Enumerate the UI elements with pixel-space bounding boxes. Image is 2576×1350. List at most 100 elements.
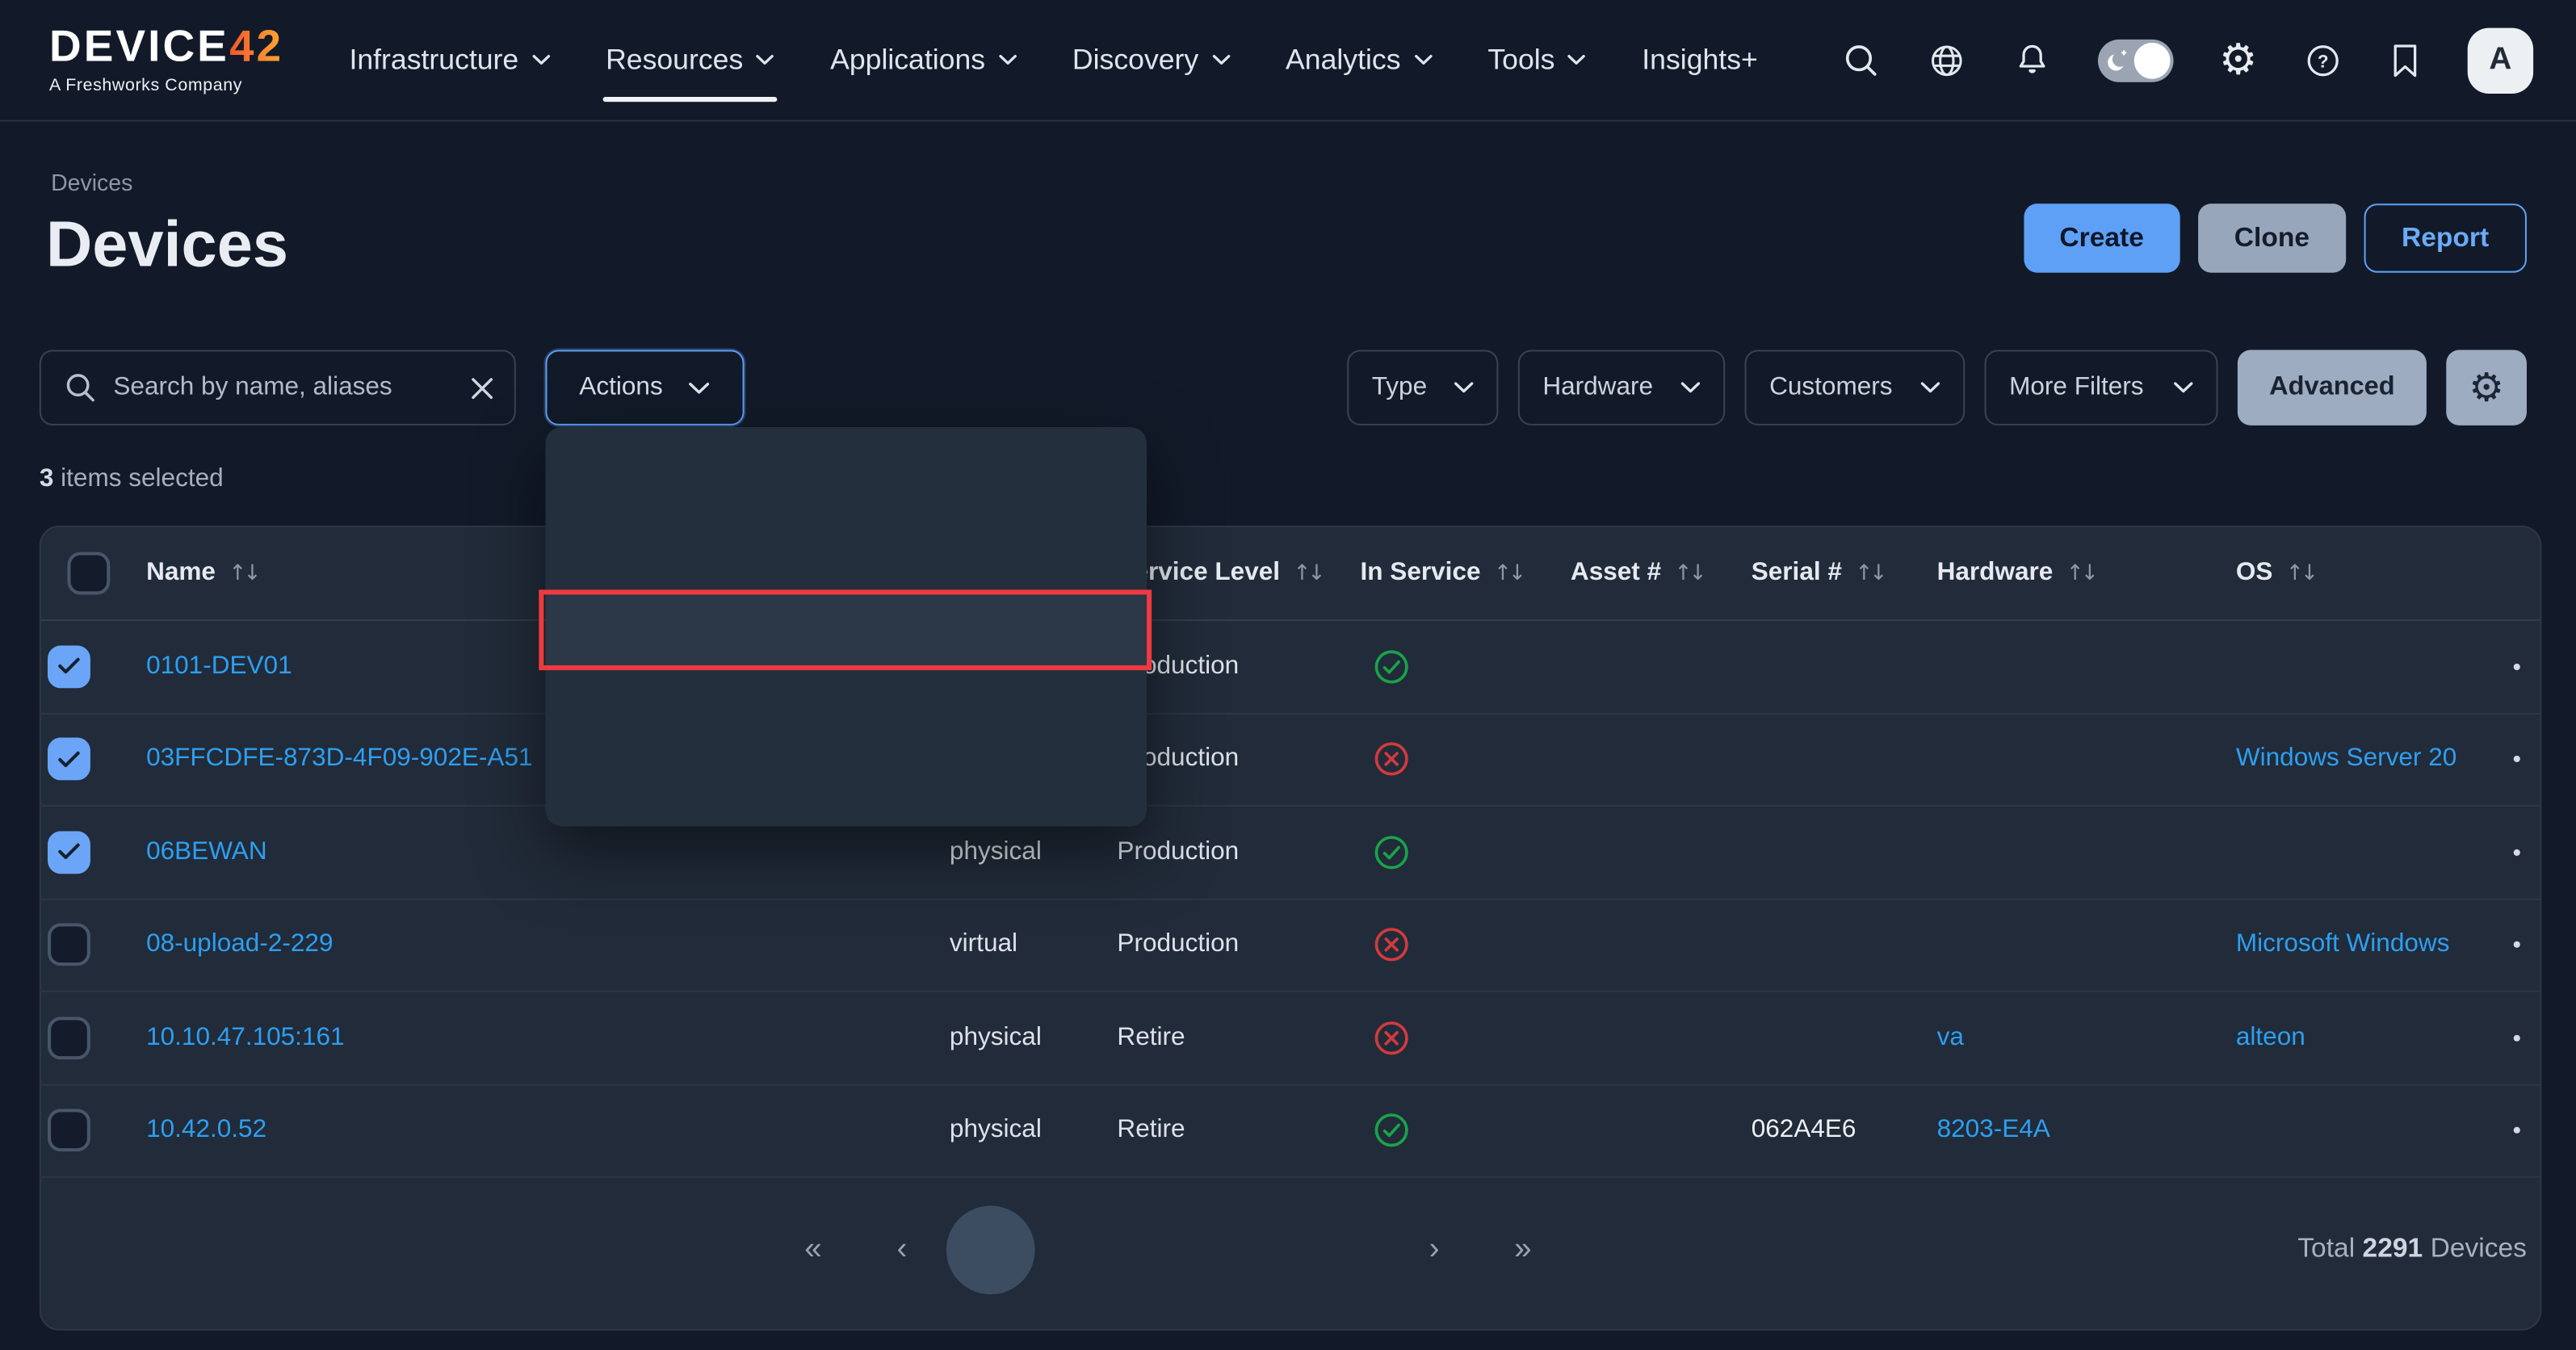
pagination-next[interactable]: › <box>1390 1205 1479 1294</box>
os-link[interactable]: alteon <box>2236 1023 2305 1051</box>
pagination-page[interactable] <box>1035 1205 1124 1294</box>
help-icon[interactable]: ? <box>2303 40 2343 80</box>
row-actions-kebab-icon[interactable] <box>2514 663 2520 669</box>
chevron-down-icon <box>1568 54 1586 65</box>
row-actions-kebab-icon[interactable] <box>2514 849 2520 855</box>
nav-menu-item-label: Analytics <box>1286 43 1400 78</box>
column-header[interactable]: Hardware ↑↓ <box>1930 559 2229 589</box>
avatar[interactable]: A <box>2468 27 2533 93</box>
settings-gear-icon[interactable]: ⚙ <box>2219 39 2257 82</box>
row-actions-kebab-icon[interactable] <box>2514 1127 2520 1134</box>
search-box <box>40 350 516 426</box>
device-name-link[interactable]: 08-upload-2-229 <box>146 930 333 958</box>
filter-dropdown[interactable]: More Filters <box>1985 350 2218 426</box>
table-body: 0101-DEV01 Production 03FFCDFE-873D-4F09… <box>41 621 2540 1178</box>
os-link[interactable]: Windows Server 20 <box>2236 744 2456 773</box>
chevron-down-icon <box>2174 381 2193 394</box>
nav-menu-item[interactable]: Infrastructure <box>349 33 549 87</box>
column-header[interactable]: Service Level ↑↓ <box>1110 559 1353 589</box>
checkmark-icon <box>57 657 80 675</box>
search-icon[interactable] <box>1841 40 1881 80</box>
chevron-down-icon <box>689 380 710 395</box>
filter-dropdown[interactable]: Type <box>1347 350 1498 426</box>
nav-menu-item-label: Discovery <box>1072 43 1198 78</box>
pagination-page[interactable] <box>1301 1205 1390 1294</box>
page-title: Devices <box>46 210 288 283</box>
nav-menu-item[interactable]: Insights+ <box>1642 33 1757 87</box>
nav-menu-item[interactable]: Analytics <box>1286 33 1432 87</box>
chevron-down-icon <box>757 54 774 65</box>
pagination-last[interactable]: » <box>1479 1205 1567 1294</box>
hardware-link[interactable]: 8203-E4A <box>1937 1116 2050 1144</box>
serial-cell: 062A4E6 <box>1745 1116 1931 1146</box>
chevron-down-icon <box>532 54 550 65</box>
actions-menu-item[interactable] <box>545 445 1147 519</box>
dark-mode-toggle[interactable] <box>2097 39 2173 82</box>
nav-menu-item[interactable]: Tools <box>1487 33 1586 87</box>
notifications-bell-icon[interactable] <box>2012 40 2052 80</box>
table-row: 10.42.0.52 physical Retire 062A4E6 8203-… <box>41 1085 2540 1178</box>
pagination-page[interactable] <box>1212 1205 1301 1294</box>
report-button[interactable]: Report <box>2364 203 2527 272</box>
device-type-cell: physical <box>943 1116 1111 1146</box>
column-header[interactable]: In Service ↑↓ <box>1353 559 1563 589</box>
column-header-label: OS <box>2236 559 2273 589</box>
pagination-page[interactable] <box>1124 1205 1213 1294</box>
pagination-prev[interactable]: ‹ <box>858 1205 946 1294</box>
actions-menu-item[interactable] <box>545 667 1147 741</box>
device-name-link[interactable]: 03FFCDFE-873D-4F09-902E-A51 <box>146 744 532 773</box>
column-header[interactable]: Asset # ↑↓ <box>1564 559 1745 589</box>
nav-menu-item[interactable]: Discovery <box>1072 33 1230 87</box>
row-checkbox[interactable] <box>48 738 90 781</box>
globe-icon[interactable] <box>1927 40 1966 80</box>
os-link[interactable]: Microsoft Windows <box>2236 930 2450 958</box>
device-name-link[interactable]: 0101-DEV01 <box>146 652 292 680</box>
device-name-link[interactable]: 06BEWAN <box>146 837 267 866</box>
service-level-cell: Production <box>1110 837 1353 867</box>
row-checkbox[interactable] <box>48 645 90 688</box>
logo-accent: 42 <box>229 21 283 70</box>
filter-dropdown[interactable]: Hardware <box>1518 350 1725 426</box>
row-checkbox[interactable] <box>48 831 90 874</box>
table-row: 08-upload-2-229 virtual Production Micro… <box>41 899 2540 992</box>
bookmark-icon[interactable] <box>2389 40 2422 80</box>
row-actions-kebab-icon[interactable] <box>2514 941 2520 948</box>
chevron-down-icon <box>998 54 1016 65</box>
column-header[interactable]: Serial # ↑↓ <box>1745 559 1931 589</box>
create-button[interactable]: Create <box>2024 203 2180 272</box>
nav-menu-item[interactable]: Resources <box>606 33 774 87</box>
row-actions-kebab-icon[interactable] <box>2514 1034 2520 1041</box>
row-checkbox[interactable] <box>48 924 90 966</box>
row-actions-kebab-icon[interactable] <box>2514 756 2520 762</box>
advanced-filters-button[interactable]: Advanced <box>2238 350 2427 426</box>
actions-menu-item[interactable] <box>545 519 1147 593</box>
actions-menu-item[interactable] <box>545 593 1147 667</box>
clear-search-icon[interactable] <box>470 375 495 400</box>
table-settings-gear-button[interactable]: ⚙ <box>2446 350 2527 426</box>
table-header-row: Name ↑↓ Type ↑↓ Service Level ↑↓ In Serv… <box>41 527 2540 621</box>
hardware-link[interactable]: va <box>1937 1023 1964 1051</box>
actions-dropdown-label: Actions <box>579 373 662 403</box>
breadcrumb[interactable]: Devices <box>51 170 132 196</box>
device-name-link[interactable]: 10.10.47.105:161 <box>146 1023 344 1051</box>
service-level-cell: Production <box>1110 652 1353 681</box>
pagination-page[interactable] <box>946 1205 1035 1294</box>
pagination: « ‹ › » <box>769 1205 1567 1294</box>
actions-dropdown-button[interactable]: Actions <box>545 350 744 426</box>
search-input[interactable] <box>113 373 453 403</box>
clone-button[interactable]: Clone <box>2198 203 2346 272</box>
sort-icon: ↑↓ <box>2286 561 2318 586</box>
select-all-checkbox[interactable] <box>67 552 110 595</box>
device42-logo[interactable]: DEVICE42 A Freshworks Company <box>49 25 283 95</box>
logo-tagline: A Freshworks Company <box>49 76 283 95</box>
pagination-first[interactable]: « <box>769 1205 858 1294</box>
row-checkbox[interactable] <box>48 1017 90 1059</box>
device-name-link[interactable]: 10.42.0.52 <box>146 1116 266 1144</box>
nav-menu-item[interactable]: Applications <box>830 33 1017 87</box>
filter-dropdown[interactable]: Customers <box>1745 350 1966 426</box>
actions-menu-item[interactable] <box>545 741 1147 815</box>
filter-dropdown-label: More Filters <box>2009 373 2143 403</box>
checkmark-icon <box>57 843 80 861</box>
column-header[interactable]: OS ↑↓ <box>2230 559 2490 589</box>
row-checkbox[interactable] <box>48 1109 90 1152</box>
